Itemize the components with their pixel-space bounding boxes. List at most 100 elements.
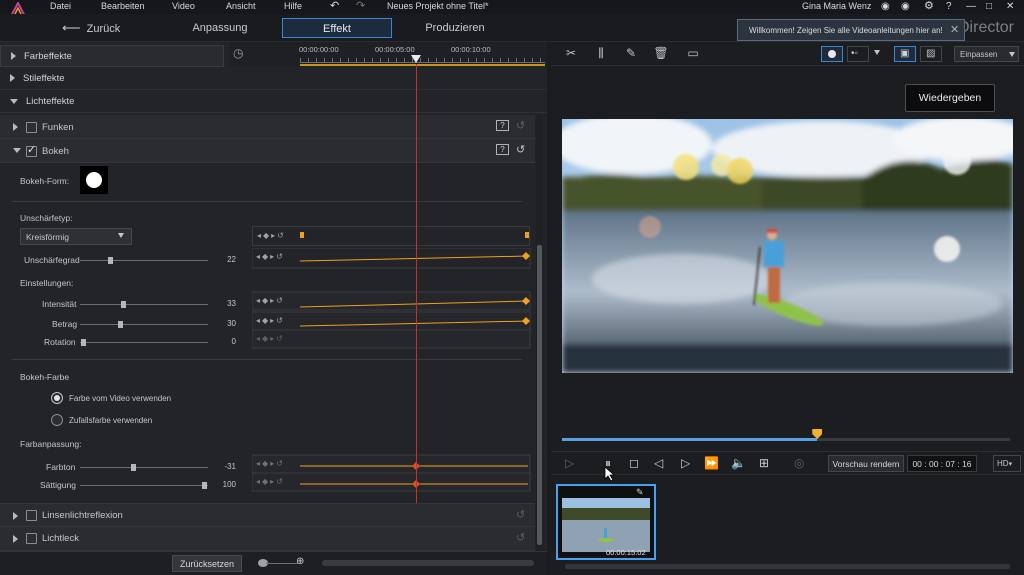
slider-knob[interactable] [81, 339, 86, 346]
saettigung-value[interactable]: 100 [208, 480, 236, 489]
preview-progress-track[interactable] [562, 429, 1010, 441]
timeline-clock-icon[interactable]: ◷ [233, 46, 243, 60]
intensitaet-slider[interactable] [80, 301, 208, 308]
scissors-icon[interactable]: ✂ [563, 46, 579, 62]
bokeh-checkbox[interactable] [26, 143, 37, 157]
zoom-in-icon[interactable]: ⊕ [296, 556, 304, 567]
unschaerfetyp-dropdown[interactable]: Kreisförmig [20, 228, 132, 245]
account-icon[interactable]: ◉ [881, 1, 890, 12]
linsen-reset-icon[interactable]: ↺ [516, 508, 525, 521]
menu-bearbeiten[interactable]: Bearbeiten [101, 1, 145, 11]
intensitaet-value[interactable]: 33 [208, 299, 236, 308]
mode-dropdown-arrow-icon[interactable] [874, 50, 880, 55]
tooltip-close-icon[interactable]: ✕ [950, 23, 959, 36]
3d-icon[interactable]: ◎ [794, 456, 804, 470]
slider-knob[interactable] [118, 321, 123, 328]
next-frame-icon[interactable]: ▷ [681, 456, 690, 470]
settings-gear-icon[interactable]: ⚙ [924, 0, 934, 12]
horizontal-scrollbar[interactable] [322, 560, 534, 566]
scrollbar-thumb[interactable] [537, 245, 542, 545]
slider-knob[interactable] [131, 464, 136, 471]
zoom-slider[interactable] [266, 563, 298, 564]
section-lichteffekte[interactable]: Lichteffekte [0, 91, 547, 113]
clip-edit-icon[interactable]: ✎ [636, 487, 644, 498]
reset-button[interactable]: Zurücksetzen [172, 555, 242, 572]
library-scrollbar[interactable] [565, 564, 1010, 569]
help-icon[interactable]: ? [946, 1, 952, 12]
trash-icon[interactable]: 🗑 [653, 46, 669, 62]
slider-knob[interactable] [121, 301, 126, 308]
rotation-value[interactable]: 0 [208, 337, 236, 346]
funken-checkbox[interactable] [26, 122, 37, 133]
fit-dropdown[interactable]: Einpassen [954, 46, 1019, 62]
bokeh-help-icon[interactable]: ? [496, 144, 509, 155]
menu-datei[interactable]: Datei [50, 1, 71, 11]
betrag-value[interactable]: 30 [208, 319, 236, 328]
redo-icon[interactable]: ↷ [356, 0, 365, 12]
keyframe-nav-icons[interactable]: ◂◆▸↺ [256, 316, 285, 325]
unschaerfegrad-slider[interactable] [80, 257, 208, 264]
bokeh-shape-swatch[interactable] [80, 166, 108, 194]
keyframe-marker[interactable] [525, 232, 529, 238]
expand-arrow-icon[interactable] [13, 535, 18, 543]
render-preview-button[interactable]: Vorschau rendern [828, 455, 904, 472]
saettigung-slider[interactable] [80, 482, 208, 489]
tab-produzieren[interactable]: Produzieren [415, 18, 495, 38]
slider-knob[interactable] [202, 482, 207, 489]
aspect-ratio-icon[interactable]: ▭ [685, 46, 701, 62]
prev-frame-icon[interactable]: ◁ [654, 456, 663, 470]
quality-dropdown[interactable]: HD▾ [993, 455, 1021, 472]
undo-icon[interactable]: ↶ [330, 0, 339, 12]
clip-thumbnail[interactable]: ✎ 00:00:15:02 [556, 484, 656, 560]
keyframe-nav-icons[interactable]: ◂◆▸↺ [256, 252, 285, 261]
render-preview-range-icon[interactable]: ▷ [565, 456, 574, 470]
playhead-handle[interactable] [411, 55, 421, 63]
tab-effekt[interactable]: Effekt [282, 18, 392, 38]
image-button[interactable]: ▨ [920, 46, 942, 62]
close-window-icon[interactable]: ✕ [1006, 1, 1014, 12]
preview-mode-clip-button[interactable] [821, 46, 843, 62]
radio-video-color[interactable] [51, 392, 63, 404]
expand-arrow-icon[interactable] [13, 123, 18, 131]
preview-mode-project-button[interactable]: •◦ [847, 46, 869, 62]
bokeh-reset-icon[interactable]: ↺ [516, 143, 525, 156]
section-stileffekte[interactable]: Stileffekte [0, 68, 547, 90]
section-farbeffekte[interactable]: Farbeffekte [0, 45, 224, 67]
tab-anpassung[interactable]: Anpassung [180, 18, 260, 38]
menu-ansicht[interactable]: Ansicht [226, 1, 256, 11]
back-button[interactable]: ⟵ Zurück [62, 18, 132, 38]
trim-icon[interactable]: ⫼ [593, 46, 609, 62]
keyframe-marker[interactable] [300, 232, 304, 238]
lichtleck-reset-icon[interactable]: ↺ [516, 531, 525, 544]
linsen-checkbox[interactable] [26, 510, 37, 521]
radio-random-color[interactable] [51, 414, 63, 426]
minimize-icon[interactable]: — [966, 1, 976, 12]
collapse-arrow-icon[interactable] [13, 148, 21, 153]
keyframe-nav-icons[interactable]: ◂◆▸↺ [256, 334, 285, 343]
snapshot-button[interactable]: ▣ [894, 46, 916, 62]
play-overlay-button[interactable]: Wiedergeben [905, 84, 995, 112]
expand-arrow-icon[interactable] [13, 512, 18, 520]
rotation-slider[interactable] [80, 339, 208, 346]
timecode-field[interactable]: 00 : 00 : 07 : 16 [907, 455, 977, 472]
keyframe-nav-icons[interactable]: ◂◆▸↺ [256, 459, 285, 468]
unschaerfegrad-value[interactable]: 22 [208, 255, 236, 264]
farbton-value[interactable]: -31 [208, 462, 236, 471]
betrag-slider[interactable] [80, 321, 208, 328]
fast-forward-icon[interactable]: ⏩ [704, 456, 719, 470]
menu-video[interactable]: Video [172, 1, 195, 11]
pen-icon[interactable]: ✎ [623, 46, 639, 62]
farbton-slider[interactable] [80, 464, 208, 471]
settings-scrollbar[interactable] [536, 115, 543, 551]
funken-reset-icon[interactable]: ↺ [516, 119, 525, 132]
maximize-icon[interactable]: □ [986, 1, 992, 12]
notification-icon[interactable]: ◉ [901, 1, 910, 12]
slider-knob[interactable] [108, 257, 113, 264]
volume-icon[interactable]: 🔈 [731, 456, 746, 470]
lichtleck-checkbox[interactable] [26, 533, 37, 544]
keyframe-nav-icons[interactable]: ◂◆▸↺ [257, 231, 286, 240]
menu-hilfe[interactable]: Hilfe [284, 1, 302, 11]
funken-help-icon[interactable]: ? [496, 120, 509, 131]
grid-icon[interactable]: ⊞ [759, 456, 769, 470]
stop-icon[interactable]: ◻ [629, 456, 639, 470]
